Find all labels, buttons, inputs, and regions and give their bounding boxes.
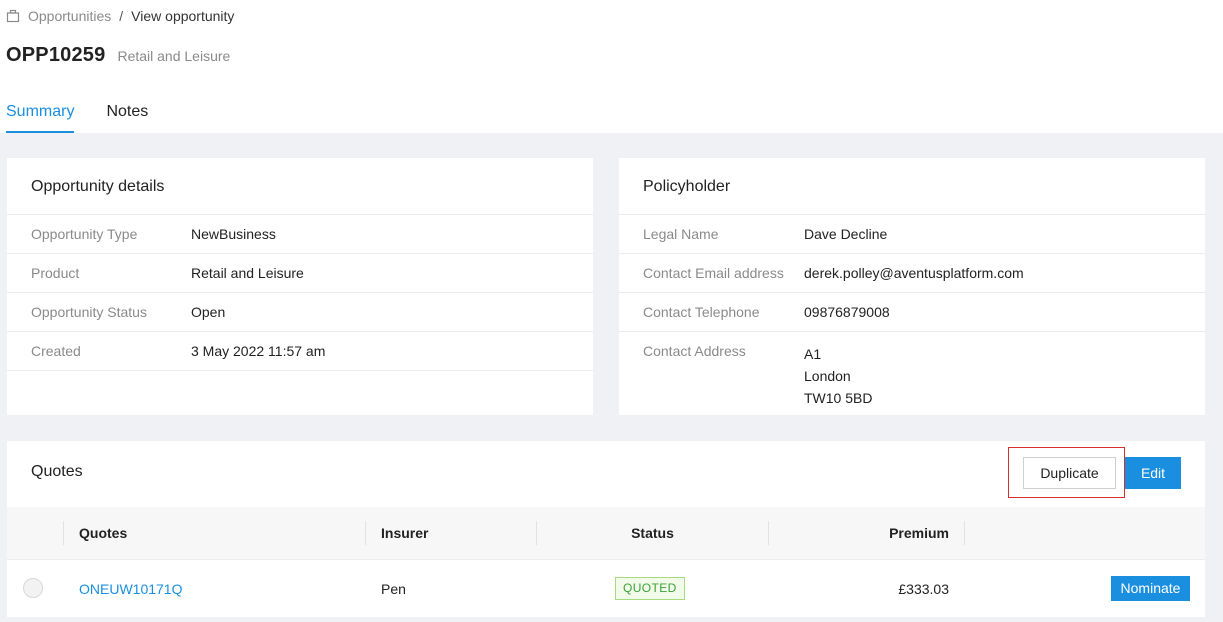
page-header: Opportunities / View opportunity OPP1025…: [0, 0, 1223, 133]
opportunity-details-title: Opportunity details: [7, 158, 593, 215]
detail-row: Opportunity Type NewBusiness: [7, 215, 593, 254]
breadcrumb-separator: /: [119, 8, 124, 24]
detail-row: Opportunity Status Open: [7, 293, 593, 332]
policyholder-title: Policyholder: [619, 158, 1205, 215]
policyholder-label: Legal Name: [643, 226, 719, 242]
insurer-cell: Pen: [381, 580, 406, 597]
address-line: A1: [804, 346, 822, 362]
detail-row: Product Retail and Leisure: [7, 254, 593, 293]
address-line: TW10 5BD: [804, 390, 873, 406]
status-badge: QUOTED: [615, 577, 685, 600]
row-select-radio[interactable]: [23, 578, 43, 598]
detail-value: 3 May 2022 11:57 am: [191, 343, 326, 359]
quotes-title: Quotes: [31, 463, 83, 480]
quotes-header: Quotes Duplicate Edit: [7, 441, 1205, 507]
detail-label: Opportunity Type: [31, 226, 138, 242]
policyholder-label: Contact Telephone: [643, 304, 760, 320]
contact-address: A1 London TW10 5BD: [804, 343, 872, 409]
policyholder-row: Contact Telephone 09876879008: [619, 293, 1205, 332]
detail-label: Created: [31, 343, 81, 359]
table-header: Quotes Insurer Status Premium: [7, 507, 1205, 560]
policyholder-value: derek.polley@aventusplatform.com: [804, 265, 1024, 281]
quotes-table: Quotes Insurer Status Premium ONEUW10171…: [7, 507, 1205, 617]
detail-label: Opportunity Status: [31, 304, 147, 320]
tab-notes[interactable]: Notes: [106, 100, 148, 133]
column-header-premium: Premium: [889, 525, 949, 541]
policyholder-row: Contact Email address derek.polley@avent…: [619, 254, 1205, 293]
policyholder-value: Dave Decline: [804, 226, 888, 242]
column-header-quotes: Quotes: [79, 525, 128, 541]
detail-label: Product: [31, 265, 80, 281]
breadcrumb-parent[interactable]: Opportunities: [28, 8, 111, 24]
column-divider: [365, 521, 366, 545]
detail-value: NewBusiness: [191, 226, 276, 242]
detail-row: Created 3 May 2022 11:57 am: [7, 332, 593, 371]
breadcrumb-current: View opportunity: [131, 8, 235, 24]
column-header-status: Status: [631, 525, 674, 541]
tab-summary[interactable]: Summary: [6, 100, 75, 133]
policyholder-label: Contact Email address: [643, 265, 784, 281]
policyholder-address-row: Contact Address A1 London TW10 5BD: [619, 332, 1205, 409]
quote-link[interactable]: ONEUW10171Q: [79, 581, 182, 597]
tab-bar: Summary Notes: [6, 100, 180, 133]
policyholder-label: Contact Address: [643, 343, 746, 359]
page-title: OPP10259: [6, 44, 106, 66]
table-row: ONEUW10171Q Pen QUOTED £333.03 Nominate: [7, 560, 1205, 617]
quotes-card: Quotes Duplicate Edit Quotes Insurer Sta…: [7, 441, 1205, 617]
detail-value: Open: [191, 304, 226, 320]
address-line: London: [804, 368, 851, 384]
column-divider: [63, 521, 64, 545]
column-divider: [964, 521, 965, 545]
nominate-button[interactable]: Nominate: [1111, 576, 1190, 601]
briefcase-icon: [6, 9, 20, 23]
title-row: OPP10259 Retail and Leisure: [6, 44, 230, 67]
edit-button[interactable]: Edit: [1125, 457, 1181, 489]
policyholder-card: Policyholder Legal Name Dave Decline Con…: [619, 158, 1205, 415]
breadcrumb: Opportunities / View opportunity: [6, 8, 234, 24]
duplicate-button[interactable]: Duplicate: [1023, 457, 1116, 489]
policyholder-value: 09876879008: [804, 304, 890, 320]
main-content: Opportunity details Opportunity Type New…: [0, 133, 1223, 622]
opportunity-details-card: Opportunity details Opportunity Type New…: [7, 158, 593, 415]
column-header-insurer: Insurer: [381, 525, 429, 541]
detail-value: Retail and Leisure: [191, 265, 304, 281]
premium-cell: £333.03: [898, 580, 949, 597]
page-subtitle: Retail and Leisure: [117, 48, 231, 64]
policyholder-row: Legal Name Dave Decline: [619, 215, 1205, 254]
